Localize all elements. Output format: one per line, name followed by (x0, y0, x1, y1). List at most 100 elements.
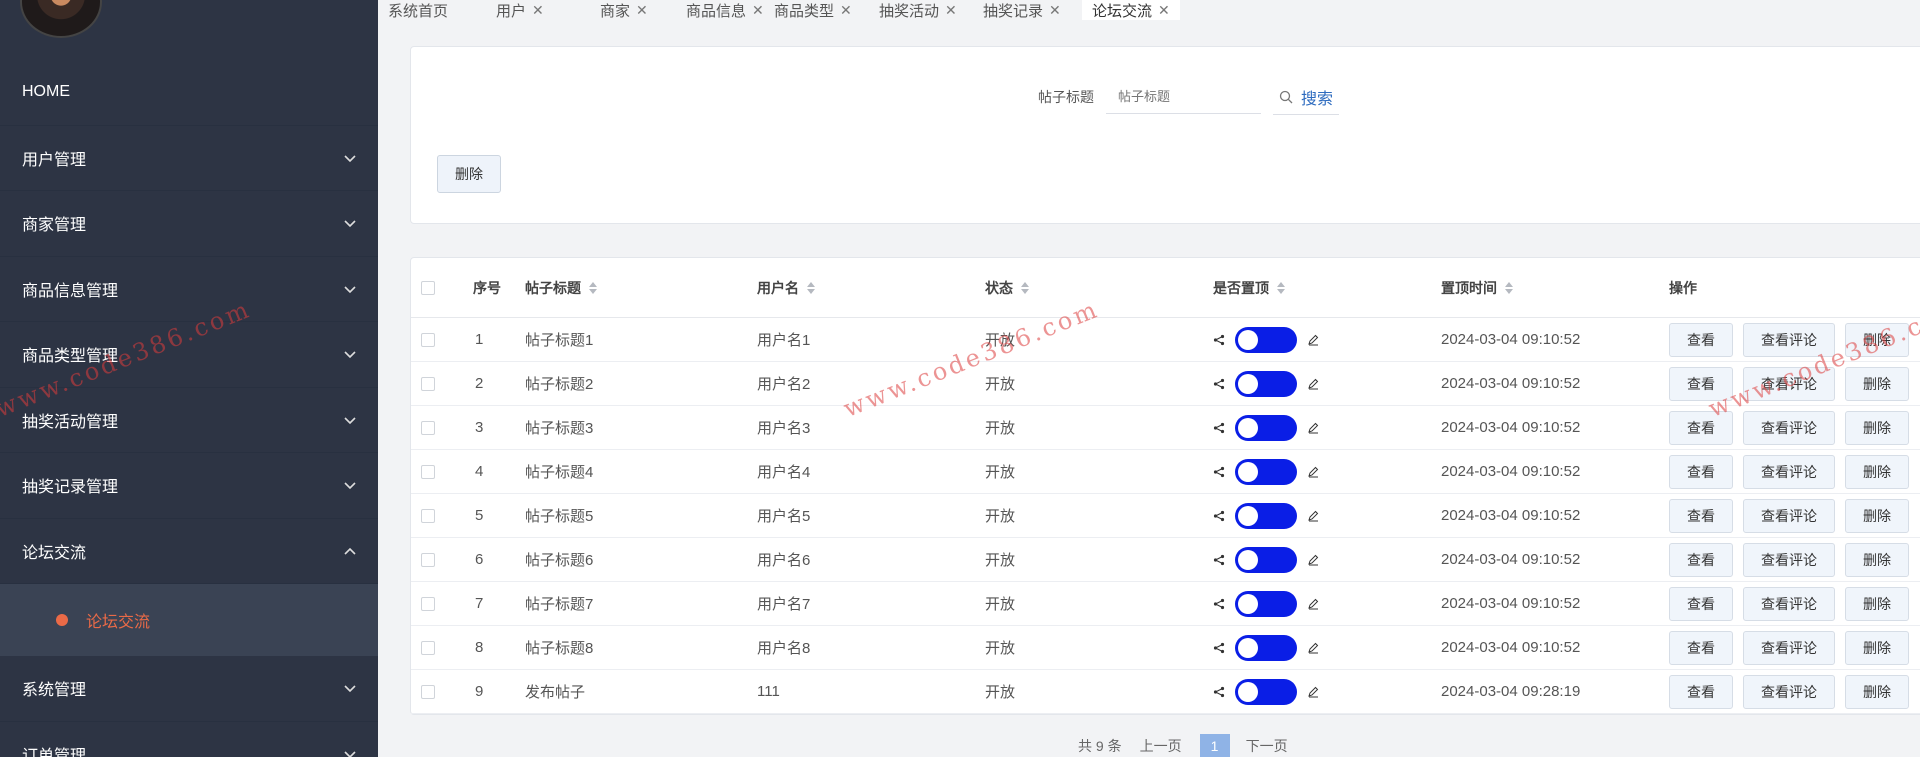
pinned-toggle[interactable] (1235, 370, 1297, 397)
edit-icon[interactable] (1307, 642, 1319, 654)
sidebar-item[interactable]: HOME (0, 60, 378, 126)
row-checkbox[interactable] (421, 552, 435, 567)
close-icon[interactable]: ✕ (1158, 2, 1170, 19)
tab[interactable]: 商品信息 ✕ (676, 0, 774, 20)
close-icon[interactable]: ✕ (636, 2, 648, 19)
close-icon[interactable]: ✕ (532, 2, 544, 19)
sidebar-item[interactable]: 商家管理 (0, 191, 378, 257)
view-comments-button[interactable]: 查看评论 (1743, 631, 1835, 665)
sidebar-item[interactable]: 用户管理 (0, 126, 378, 191)
edit-icon[interactable] (1307, 598, 1319, 610)
header-pinned[interactable]: 是否置顶 (1213, 258, 1285, 317)
pinned-toggle[interactable] (1235, 502, 1297, 529)
view-button[interactable]: 查看 (1669, 675, 1733, 709)
view-button[interactable]: 查看 (1669, 411, 1733, 445)
avatar[interactable] (20, 0, 102, 38)
search-input[interactable] (1106, 80, 1261, 114)
edit-icon[interactable] (1307, 686, 1319, 698)
pinned-toggle[interactable] (1235, 326, 1297, 353)
pinned-toggle[interactable] (1235, 678, 1297, 705)
share-icon[interactable] (1213, 466, 1225, 478)
tab[interactable]: 商品类型 ✕ (764, 0, 862, 20)
view-comments-button[interactable]: 查看评论 (1743, 411, 1835, 445)
pinned-toggle[interactable] (1235, 458, 1297, 485)
share-icon[interactable] (1213, 598, 1225, 610)
delete-button[interactable]: 删除 (1845, 543, 1909, 577)
edit-icon[interactable] (1307, 466, 1319, 478)
sidebar-item[interactable]: 抽奖活动管理 (0, 388, 378, 453)
row-checkbox[interactable] (421, 332, 435, 347)
tab[interactable]: 抽奖活动 ✕ (869, 0, 967, 20)
view-comments-button[interactable]: 查看评论 (1743, 499, 1835, 533)
row-checkbox[interactable] (421, 596, 435, 611)
edit-icon[interactable] (1307, 510, 1319, 522)
pinned-toggle[interactable] (1235, 634, 1297, 661)
edit-icon[interactable] (1307, 334, 1319, 346)
share-icon[interactable] (1213, 510, 1225, 522)
pinned-toggle[interactable] (1235, 590, 1297, 617)
view-button[interactable]: 查看 (1669, 631, 1733, 665)
row-checkbox[interactable] (421, 640, 435, 655)
delete-button[interactable]: 删除 (1845, 367, 1909, 401)
view-button[interactable]: 查看 (1669, 587, 1733, 621)
share-icon[interactable] (1213, 378, 1225, 390)
delete-button[interactable]: 删除 (1845, 499, 1909, 533)
close-icon[interactable]: ✕ (752, 2, 764, 19)
edit-icon[interactable] (1307, 554, 1319, 566)
sidebar-item[interactable]: 商品类型管理 (0, 322, 378, 388)
view-comments-button[interactable]: 查看评论 (1743, 323, 1835, 357)
row-checkbox[interactable] (421, 420, 435, 435)
close-icon[interactable]: ✕ (840, 2, 852, 19)
header-status[interactable]: 状态 (985, 258, 1029, 317)
tab[interactable]: 系统首页 (378, 0, 458, 20)
share-icon[interactable] (1213, 642, 1225, 654)
tab[interactable]: 抽奖记录 ✕ (973, 0, 1071, 20)
sidebar-subitem-forum[interactable]: 论坛交流 (0, 584, 378, 656)
row-checkbox[interactable] (421, 684, 435, 699)
pinned-toggle[interactable] (1235, 414, 1297, 441)
view-button[interactable]: 查看 (1669, 455, 1733, 489)
sidebar-item[interactable]: 商品信息管理 (0, 257, 378, 322)
row-checkbox[interactable] (421, 464, 435, 479)
search-button[interactable]: 搜索 (1273, 79, 1340, 115)
view-button[interactable]: 查看 (1669, 367, 1733, 401)
tab[interactable]: 商家 ✕ (590, 0, 658, 20)
sidebar-item[interactable]: 抽奖记录管理 (0, 453, 378, 519)
delete-button[interactable]: 删除 (1845, 411, 1909, 445)
sidebar-item[interactable]: 论坛交流 (0, 519, 378, 584)
delete-button[interactable]: 删除 (1845, 455, 1909, 489)
next-page-button[interactable]: 下一页 (1246, 736, 1288, 756)
header-title[interactable]: 帖子标题 (525, 258, 597, 317)
view-button[interactable]: 查看 (1669, 543, 1733, 577)
row-checkbox[interactable] (421, 376, 435, 391)
view-comments-button[interactable]: 查看评论 (1743, 543, 1835, 577)
row-checkbox[interactable] (421, 508, 435, 523)
tab[interactable]: 用户 ✕ (486, 0, 554, 20)
close-icon[interactable]: ✕ (1049, 2, 1061, 19)
share-icon[interactable] (1213, 554, 1225, 566)
prev-page-button[interactable]: 上一页 (1140, 736, 1182, 756)
delete-button[interactable]: 删除 (1845, 323, 1909, 357)
delete-button[interactable]: 删除 (1845, 587, 1909, 621)
sidebar-item[interactable]: 订单管理 (0, 722, 378, 757)
view-button[interactable]: 查看 (1669, 499, 1733, 533)
share-icon[interactable] (1213, 334, 1225, 346)
edit-icon[interactable] (1307, 378, 1319, 390)
view-comments-button[interactable]: 查看评论 (1743, 675, 1835, 709)
select-all-checkbox[interactable] (421, 280, 435, 295)
delete-button[interactable]: 删除 (1845, 675, 1909, 709)
view-comments-button[interactable]: 查看评论 (1743, 587, 1835, 621)
share-icon[interactable] (1213, 686, 1225, 698)
view-comments-button[interactable]: 查看评论 (1743, 367, 1835, 401)
pinned-toggle[interactable] (1235, 546, 1297, 573)
tab[interactable]: 论坛交流 ✕ (1082, 0, 1180, 20)
batch-delete-button[interactable]: 删除 (437, 155, 501, 193)
view-comments-button[interactable]: 查看评论 (1743, 455, 1835, 489)
delete-button[interactable]: 删除 (1845, 631, 1909, 665)
close-icon[interactable]: ✕ (945, 2, 957, 19)
header-pin-time[interactable]: 置顶时间 (1441, 258, 1513, 317)
view-button[interactable]: 查看 (1669, 323, 1733, 357)
page-number-current[interactable]: 1 (1199, 734, 1230, 757)
sidebar-item[interactable]: 系统管理 (0, 656, 378, 722)
share-icon[interactable] (1213, 422, 1225, 434)
